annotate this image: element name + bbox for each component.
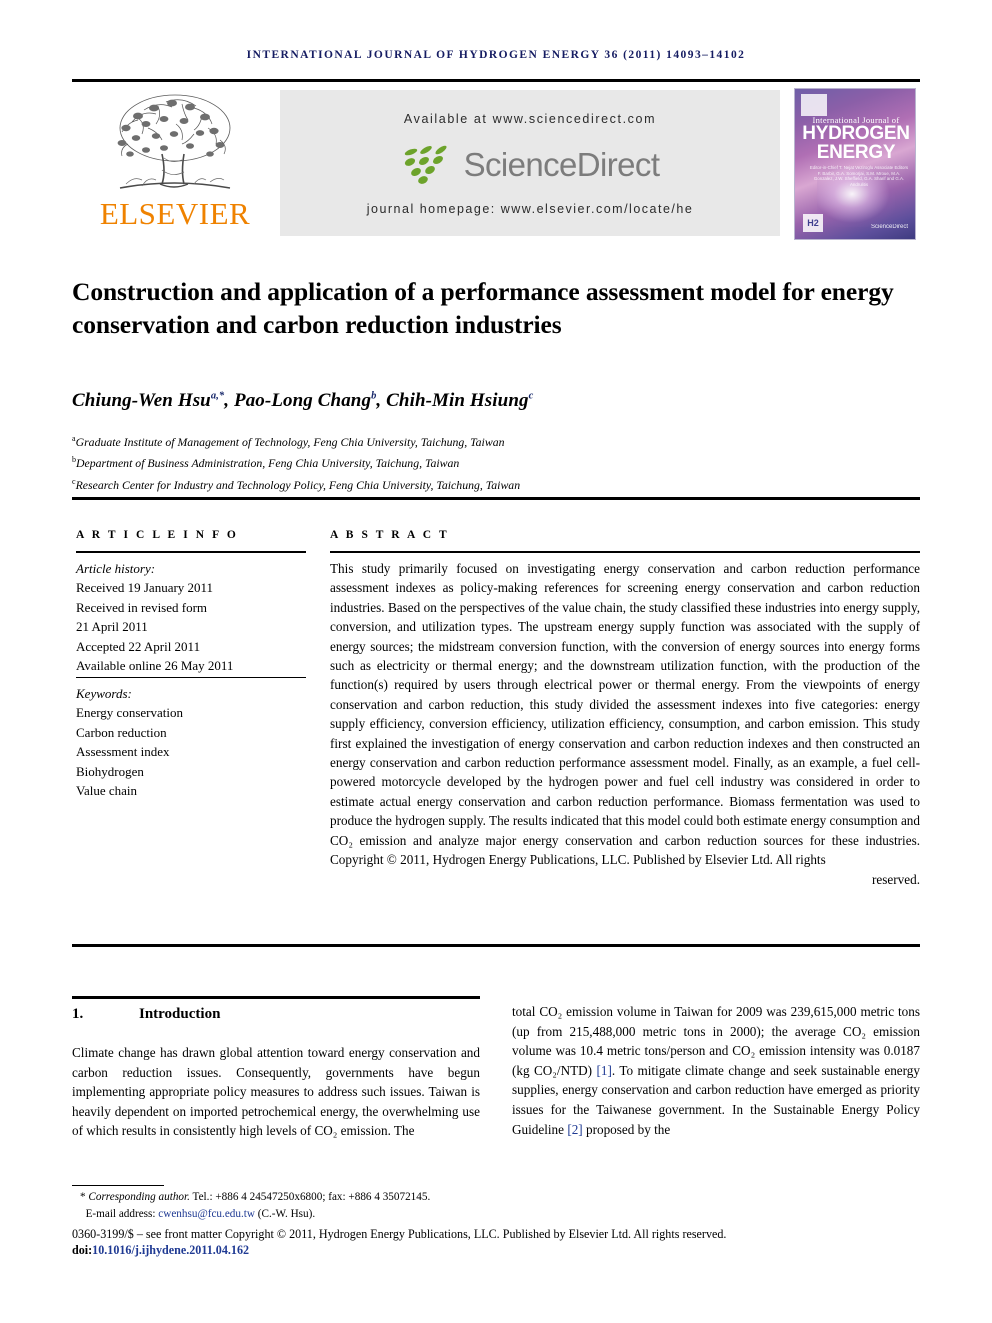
journal-homepage-text[interactable]: journal homepage: www.elsevier.com/locat…	[280, 202, 780, 216]
doi-link[interactable]: 10.1016/j.ijhydene.2011.04.162	[92, 1243, 249, 1257]
abstract-divider	[330, 551, 920, 553]
cover-h2-badge: H2	[803, 214, 823, 232]
article-history-item: Received 19 January 2011	[76, 580, 214, 596]
affiliation-list: aGraduate Institute of Management of Tec…	[72, 430, 912, 494]
intro-text-3: proposed by the	[582, 1121, 671, 1137]
email-suffix: (C.-W. Hsu).	[254, 1207, 316, 1220]
intro-paragraph-right: total CO₂ emission volume in Taiwan for …	[512, 1002, 920, 1139]
sciencedirect-banner: Available at www.sciencedirect.com Scien…	[280, 90, 780, 236]
citation-ref-2[interactable]: [2]	[567, 1122, 582, 1137]
author-name-3[interactable]: Chih-Min Hsiung	[386, 390, 529, 411]
keywords-block: Keywords: Energy conservation Carbon red…	[76, 684, 308, 800]
affiliation-item: aGraduate Institute of Management of Tec…	[72, 430, 912, 451]
section-title: Introduction	[139, 1006, 221, 1022]
article-history-block: Article history: Received 19 January 201…	[76, 559, 308, 675]
article-history-item: 21 April 2011	[76, 619, 148, 635]
keywords-label: Keywords:	[76, 686, 132, 701]
elsevier-logo[interactable]: ELSEVIER	[80, 88, 270, 240]
article-title: Construction and application of a perfor…	[72, 277, 894, 340]
email-line: E-mail address: cwenhsu@fcu.edu.tw (C.-W…	[80, 1206, 780, 1223]
keyword-item[interactable]: Assessment index	[76, 742, 308, 761]
keyword-item[interactable]: Energy conservation	[76, 703, 308, 722]
header-divider	[72, 79, 920, 82]
affiliation-item: bDepartment of Business Administration, …	[72, 451, 912, 472]
citation-ref-1[interactable]: [1]	[596, 1063, 611, 1078]
footnote-divider	[72, 1185, 164, 1187]
article-history-label: Article history:	[76, 561, 156, 576]
abstract-body: This study primarily focused on investig…	[330, 561, 920, 868]
elsevier-wordmark: ELSEVIER	[99, 196, 251, 231]
corresponding-author-label: Corresponding author.	[88, 1191, 190, 1203]
cover-title-line2: ENERGY	[816, 142, 896, 163]
journal-cover-thumbnail: International Journal of HYDROGEN ENERGY…	[794, 88, 916, 240]
keywords-divider	[76, 677, 306, 679]
abstract-body-last-line: reserved.	[872, 871, 920, 887]
author-list: Chiung-Wen Hsua,*, Pao-Long Changb, Chih…	[72, 390, 534, 411]
doi-label: doi:	[72, 1243, 93, 1257]
email-link[interactable]: cwenhsu@fcu.edu.tw	[158, 1208, 255, 1220]
available-at-text: Available at www.sciencedirect.com	[403, 112, 657, 126]
abstract-heading: A B S T R A C T	[330, 529, 450, 541]
keyword-item[interactable]: Value chain	[76, 781, 308, 800]
elsevier-tree-icon	[117, 94, 231, 189]
cover-title-line1: HYDROGEN	[802, 123, 910, 144]
email-label: E-mail address:	[85, 1207, 159, 1220]
sciencedirect-logo[interactable]: ScienceDirect	[280, 140, 780, 190]
article-info-heading: A R T I C L E I N F O	[76, 529, 239, 541]
corresponding-author-contact: Tel.: +886 4 24547250x6800; fax: +886 4 …	[189, 1191, 431, 1203]
abstract-block: This study primarily focused on investig…	[330, 559, 920, 889]
article-history-item: Accepted 22 April 2011	[76, 638, 201, 654]
abstract-section-divider	[72, 944, 920, 947]
affiliation-text-c: Research Center for Industry and Technol…	[75, 477, 521, 492]
article-page: International Journal of Hydrogen Energy…	[0, 0, 992, 1323]
article-history-item: Received in revised form	[76, 599, 208, 615]
author-marks-3: c	[528, 390, 534, 402]
intro-paragraph-left: Climate change has drawn global attentio…	[72, 1045, 480, 1139]
keyword-item[interactable]: Biohydrogen	[76, 762, 308, 781]
article-history-item: Available online 26 May 2011	[76, 658, 234, 674]
affiliation-item: cResearch Center for Industry and Techno…	[72, 473, 912, 494]
author-marks-2: b	[371, 390, 377, 402]
sciencedirect-wordmark: ScienceDirect	[463, 146, 660, 183]
cover-editors: Editor-in-Chief T. Nejat Veziroglu Assoc…	[809, 165, 909, 187]
cover-elsevier-logo-icon	[801, 94, 827, 116]
doi-line: doi:10.1016/j.ijhydene.2011.04.162	[72, 1243, 249, 1258]
section-top-divider	[72, 996, 480, 999]
author-marks-1: a,*	[210, 390, 225, 402]
asterisk-icon: *	[80, 1191, 86, 1203]
author-name-1[interactable]: Chiung-Wen Hsu	[72, 390, 211, 411]
body-column-right: total CO₂ emission volume in Taiwan for …	[512, 1002, 920, 1139]
body-column-left: Climate change has drawn global attentio…	[72, 1043, 480, 1141]
author-section-divider	[72, 497, 920, 500]
cover-sciencedirect-mark: ScienceDirect	[870, 224, 908, 230]
sciencedirect-leaf-icon	[404, 145, 447, 184]
keyword-item[interactable]: Carbon reduction	[76, 723, 308, 742]
masthead: ELSEVIER Available at www.sciencedirect.…	[72, 86, 920, 241]
affiliation-text-a: Graduate Institute of Management of Tech…	[75, 434, 505, 449]
affiliation-text-b: Department of Business Administration, F…	[76, 456, 460, 471]
corresponding-author-line: * Corresponding author. Tel.: +886 4 245…	[80, 1189, 780, 1206]
section-number: 1.	[72, 1006, 84, 1022]
front-matter-line: 0360-3199/$ – see front matter Copyright…	[72, 1227, 727, 1241]
article-info-divider	[76, 551, 306, 553]
corresponding-author-note: * Corresponding author. Tel.: +886 4 245…	[80, 1189, 780, 1222]
author-name-2[interactable]: Pao-Long Chang	[234, 390, 371, 411]
journal-running-head: International Journal of Hydrogen Energy…	[246, 49, 746, 61]
